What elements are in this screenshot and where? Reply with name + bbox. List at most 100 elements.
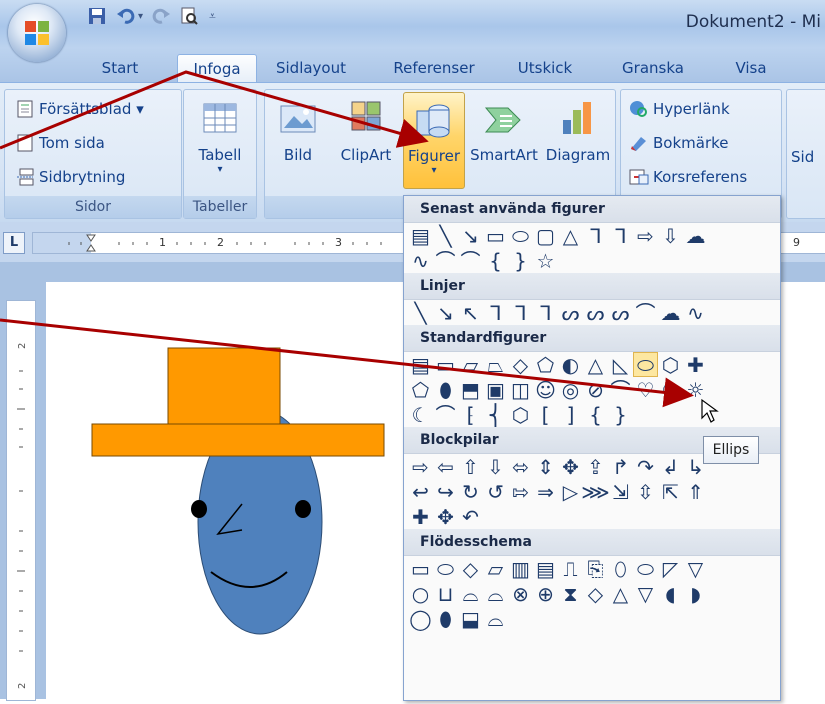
redo-icon[interactable] [151, 6, 171, 26]
shape-icon[interactable]: ⬒ [458, 377, 483, 402]
shape-icon[interactable]: ⇰ [508, 479, 533, 504]
shape-icon[interactable]: ⇨ [408, 454, 433, 479]
shape-icon[interactable]: ╲ [408, 300, 433, 325]
shape-icon[interactable]: ▣ [483, 377, 508, 402]
shape-icon[interactable]: ✥ [433, 504, 458, 529]
shape-icon[interactable]: ▷ [558, 479, 583, 504]
tab-granska[interactable]: Granska [618, 54, 688, 82]
shape-icon[interactable]: ◇ [583, 581, 608, 606]
shape-icon[interactable]: ↷ [633, 454, 658, 479]
shape-icon[interactable]: ◗ [683, 581, 708, 606]
shape-icon[interactable]: ▱ [458, 352, 483, 377]
picture-button[interactable]: Bild [271, 92, 325, 164]
table-button[interactable]: Tabell ▾ [190, 92, 250, 175]
shape-icon[interactable]: ⇲ [608, 479, 633, 504]
shape-icon[interactable]: ⇒ [533, 479, 558, 504]
shape-icon[interactable]: ⬡ [658, 352, 683, 377]
shape-icon[interactable]: ⊘ [583, 377, 608, 402]
chart-button[interactable]: Diagram [543, 92, 613, 164]
hat-brim[interactable] [91, 423, 385, 457]
shape-icon[interactable]: ✥ [558, 454, 583, 479]
shape-icon[interactable]: ♡ [633, 377, 658, 402]
shape-icon[interactable]: ▽ [633, 581, 658, 606]
hat-crown[interactable] [167, 347, 281, 427]
shape-icon[interactable]: ☁ [683, 223, 708, 248]
undo-icon[interactable] [116, 6, 136, 26]
shape-icon[interactable]: ◇ [508, 352, 533, 377]
shape-icon[interactable]: ∿ [408, 248, 433, 273]
shape-icon[interactable]: ⌓ [483, 606, 508, 631]
shape-icon[interactable]: ⌒ [433, 248, 458, 273]
shape-icon[interactable]: ᒣ [483, 300, 508, 325]
shape-icon[interactable]: ▭ [483, 223, 508, 248]
shape-icon[interactable]: ◫ [508, 377, 533, 402]
tab-utskick[interactable]: Utskick [514, 54, 576, 82]
clipart-button[interactable]: ClipArt [333, 92, 399, 164]
shape-icon[interactable]: ⇪ [583, 454, 608, 479]
shape-icon[interactable]: } [608, 402, 633, 427]
shapes-button[interactable]: Figurer ▾ [403, 92, 465, 189]
left-eye[interactable] [191, 500, 207, 518]
shape-icon[interactable]: ᒣ [608, 223, 633, 248]
shape-icon[interactable]: ↪ [433, 479, 458, 504]
cross-reference-button[interactable]: Korsreferens [629, 168, 747, 186]
shape-icon[interactable]: △ [558, 223, 583, 248]
shape-icon[interactable]: ✚ [408, 504, 433, 529]
shape-icon[interactable]: ⏢ [483, 352, 508, 377]
tab-start[interactable]: Start [92, 54, 148, 82]
shape-icon[interactable]: ⬭ [508, 223, 533, 248]
shape-icon[interactable]: ◐ [558, 352, 583, 377]
shape-icon[interactable]: ⬡ [508, 402, 533, 427]
shape-icon[interactable]: [ [533, 402, 558, 427]
blank-page-button[interactable]: Tom sida [15, 134, 105, 152]
print-preview-icon[interactable] [179, 6, 199, 26]
shape-icon[interactable]: ⎘ [583, 556, 608, 581]
shape-icon[interactable]: ⬄ [508, 454, 533, 479]
shape-icon[interactable]: ◇ [458, 556, 483, 581]
shape-icon[interactable]: ⬯ [608, 556, 633, 581]
shape-icon[interactable]: ◖ [658, 581, 683, 606]
shape-icon[interactable]: △ [608, 581, 633, 606]
shape-icon[interactable]: ⌒ [633, 300, 658, 325]
hyperlink-button[interactable]: Hyperlänk [629, 100, 730, 118]
customize-toolbar-icon[interactable]: ⩡ [209, 9, 216, 24]
shape-icon[interactable]: ∿ [683, 300, 708, 325]
shape-icon[interactable]: ᒣ [508, 300, 533, 325]
shape-icon[interactable]: ⧗ [558, 581, 583, 606]
shape-icon[interactable]: △ [583, 352, 608, 377]
shape-icon[interactable]: ↖ [458, 300, 483, 325]
shape-icon[interactable]: ⬓ [458, 606, 483, 631]
shape-icon[interactable]: ⬮ [433, 606, 458, 631]
shape-icon[interactable]: ⇕ [533, 454, 558, 479]
shape-icon[interactable]: ⎍ [558, 556, 583, 581]
shape-icon[interactable]: ⌓ [483, 581, 508, 606]
shape-icon[interactable]: ▭ [408, 556, 433, 581]
shape-icon[interactable]: ⊕ [533, 581, 558, 606]
shape-icon[interactable]: ▭ [433, 352, 458, 377]
shape-icon[interactable]: ᒣ [583, 223, 608, 248]
shape-icon[interactable]: ↘ [458, 223, 483, 248]
shape-icon[interactable]: ▽ [683, 556, 708, 581]
shape-icon[interactable]: ☾ [408, 402, 433, 427]
shape-icon[interactable]: ⌒ [608, 377, 633, 402]
shape-icon[interactable]: ☁ [658, 300, 683, 325]
header-button-cut[interactable]: Sid [791, 148, 814, 166]
shape-icon[interactable]: ⬭ [633, 556, 658, 581]
shape-icon[interactable]: ↶ [458, 504, 483, 529]
shape-icon[interactable]: ◸ [658, 556, 683, 581]
smartart-button[interactable]: SmartArt [469, 92, 539, 164]
shape-icon[interactable]: ☺ [533, 377, 558, 402]
shape-icon[interactable]: ⇧ [458, 454, 483, 479]
shape-icon[interactable]: ◯ [408, 606, 433, 631]
shape-icon[interactable]: ⇦ [433, 454, 458, 479]
undo-dropdown-icon[interactable]: ▾ [138, 11, 143, 22]
shape-icon[interactable]: ⇑ [683, 479, 708, 504]
shape-icon[interactable]: ⊔ [433, 581, 458, 606]
shape-icon[interactable]: ▱ [483, 556, 508, 581]
shape-icon[interactable]: ⌓ [458, 581, 483, 606]
shape-icon[interactable]: ╲ [433, 223, 458, 248]
bookmark-button[interactable]: Bokmärke [629, 134, 729, 152]
shape-icon[interactable]: ↱ [608, 454, 633, 479]
shape-icon[interactable]: ↩ [408, 479, 433, 504]
shape-icon[interactable]: { [483, 248, 508, 273]
